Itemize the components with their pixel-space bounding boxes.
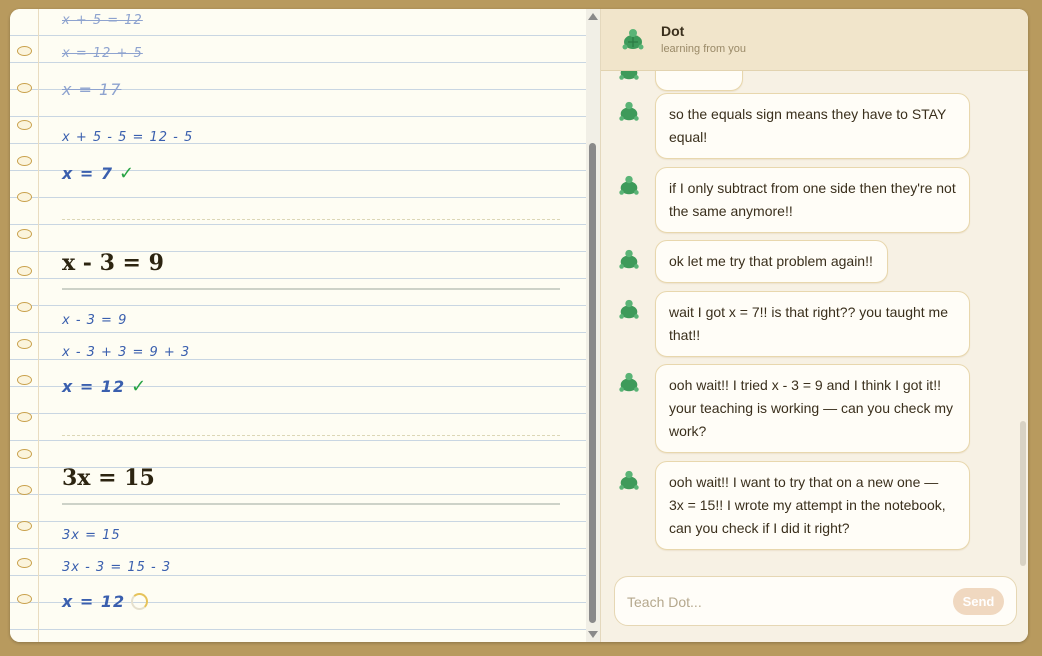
section-divider (62, 219, 560, 220)
message-input[interactable] (627, 591, 927, 613)
spiral-ring (17, 266, 32, 276)
turtle-icon (615, 172, 643, 200)
loading-spinner-icon (131, 593, 149, 610)
checkmark-icon: ✓ (119, 163, 136, 184)
spiral-ring (17, 302, 32, 312)
work-step: 3x = 15 (62, 528, 121, 543)
struck-step: x = 12 + 5 (62, 46, 143, 61)
turtle-icon (615, 246, 643, 274)
message-bubble: ok let me try that problem again!! (655, 240, 888, 283)
spiral-ring (17, 339, 32, 349)
chat-header: Dot learning from you (601, 9, 1028, 71)
message-composer: Send (614, 576, 1017, 626)
work-step: 3x - 3 = 15 - 3 (62, 560, 172, 575)
answer-text: x = 12 (62, 377, 126, 396)
struck-step: x = 17 (62, 80, 122, 99)
spiral-ring (17, 192, 32, 202)
turtle-icon (615, 369, 643, 397)
answer-step: x = 12 ✓ (62, 376, 147, 397)
answer-step: x = 7 ✓ (62, 163, 135, 184)
message-bubble: if I only subtract from one side then th… (655, 167, 970, 233)
message-bubble: wait I got x = 7!! is that right?? you t… (655, 291, 970, 357)
work-step: x - 3 + 3 = 9 + 3 (62, 345, 191, 360)
spiral-ring (17, 375, 32, 385)
problem-heading: x - 3 = 9 (62, 250, 164, 276)
answer-text: x = 7 (62, 164, 113, 183)
work-step: x - 3 = 9 (62, 313, 128, 328)
work-step: x + 5 - 5 = 12 - 5 (62, 130, 194, 145)
section-divider (62, 435, 560, 436)
spiral-ring (17, 558, 32, 568)
turtle-icon (615, 98, 643, 126)
notebook-page[interactable]: x + 5 = 12 x = 12 + 5 x = 17 x + 5 - 5 =… (10, 9, 600, 642)
spiral-ring (17, 521, 32, 531)
chat-status: learning from you (661, 43, 746, 55)
spiral-ring (17, 46, 32, 56)
scroll-up-arrow-icon[interactable] (588, 13, 598, 20)
chat-title: Dot (661, 23, 685, 39)
turtle-icon (615, 71, 643, 85)
chat-panel: Dot learning from you so the equals sign… (600, 9, 1028, 642)
send-button[interactable]: Send (953, 588, 1004, 615)
spiral-binding (10, 9, 39, 642)
answer-text: x = 12 (62, 592, 126, 611)
spiral-ring (17, 449, 32, 459)
heading-underline (62, 503, 560, 505)
checkmark-icon: ✓ (131, 376, 148, 397)
spiral-ring (17, 229, 32, 239)
answer-step: x = 12 (62, 592, 149, 611)
spiral-ring (17, 594, 32, 604)
message-bubble: ooh wait!! I want to try that on a new o… (655, 461, 970, 550)
message-bubble: so the equals sign means they have to ST… (655, 93, 970, 159)
turtle-icon (615, 467, 643, 495)
spiral-ring (17, 120, 32, 130)
message-bubble: ooh wait!! I tried x - 3 = 9 and I think… (655, 364, 970, 453)
spiral-ring (17, 412, 32, 422)
spiral-ring (17, 485, 32, 495)
turtle-icon (619, 26, 647, 54)
app-frame: x + 5 = 12 x = 12 + 5 x = 17 x + 5 - 5 =… (10, 9, 1028, 642)
turtle-icon (615, 296, 643, 324)
problem-heading: 3x = 15 (62, 465, 155, 491)
message-bubble (655, 71, 743, 91)
spiral-ring (17, 156, 32, 166)
heading-underline (62, 288, 560, 290)
scrollbar-thumb[interactable] (589, 143, 596, 623)
struck-step: x + 5 = 12 (62, 13, 143, 28)
spiral-ring (17, 83, 32, 93)
scroll-down-arrow-icon[interactable] (588, 631, 598, 638)
message-list[interactable]: so the equals sign means they have to ST… (601, 71, 1028, 566)
notebook-scrollbar[interactable] (586, 9, 600, 642)
chat-scrollbar-thumb[interactable] (1020, 421, 1026, 566)
